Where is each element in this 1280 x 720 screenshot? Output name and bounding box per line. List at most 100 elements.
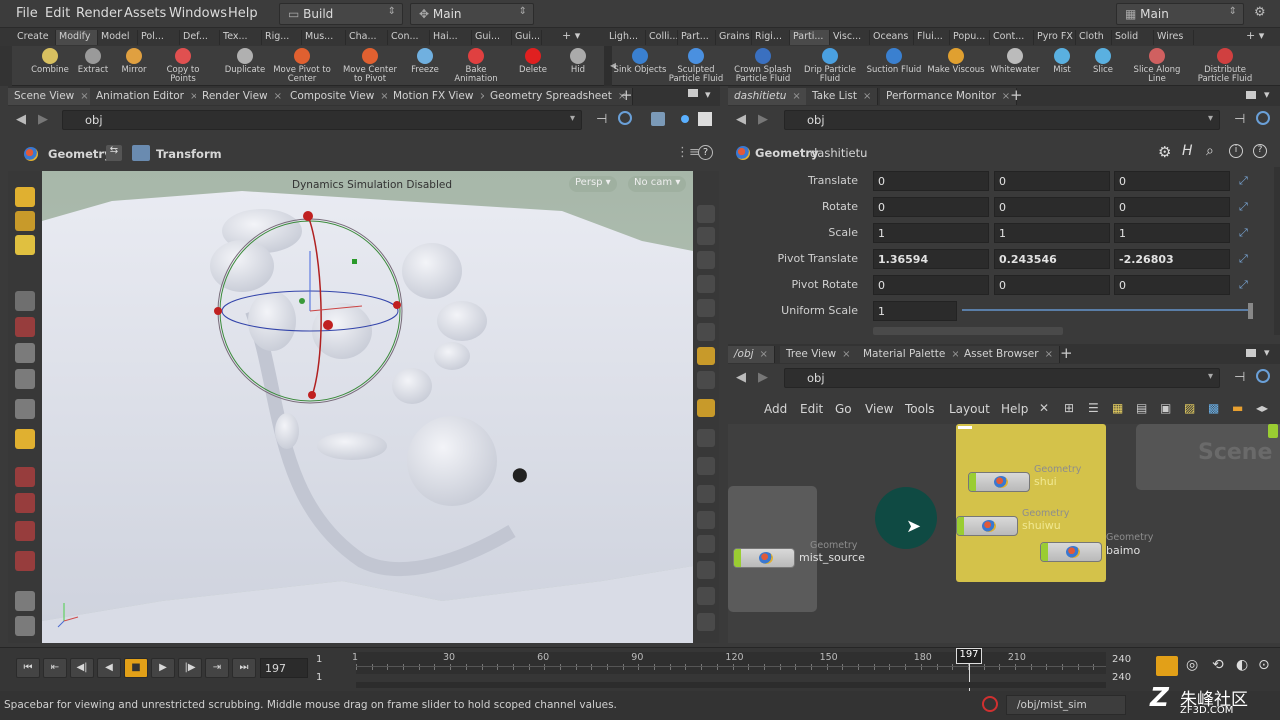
shelf-tab[interactable]: Pol... [138,30,180,45]
tab-tree-view[interactable]: Tree View × [780,346,858,363]
close-icon[interactable]: × [792,91,800,102]
current-frame-field[interactable]: 197 [260,658,308,678]
display-option-icon[interactable] [697,323,715,341]
global-end-field[interactable]: 240 [1112,672,1131,683]
help-h-icon[interactable]: H [1182,143,1193,159]
grid-icon[interactable]: ▦ [1112,401,1123,415]
shelf-tab[interactable]: Def... [180,30,220,45]
menu-edit[interactable]: Edit [45,6,70,21]
chevron-down-icon[interactable]: ▾ [1208,113,1213,124]
gizmo-handle-dot[interactable] [303,211,313,221]
close-icon[interactable]: × [1045,349,1053,360]
viewport-tool-icon[interactable] [15,616,35,636]
display-option-icon[interactable] [697,429,715,447]
range-end-field[interactable]: 240 [1112,654,1131,665]
network-editor[interactable]: Scene Geometry mist_source Geometry shui… [728,424,1280,643]
camera-menu[interactable]: No cam ▾ [628,176,687,192]
settings-gear-icon[interactable]: ⚙ [1254,5,1266,20]
param-value-field[interactable]: -2.26803 [1114,249,1230,269]
play-icon[interactable]: ▶ [151,658,175,678]
param-scrollbar[interactable] [1274,167,1280,335]
display-option-icon[interactable] [697,485,715,503]
desktop-select[interactable]: ▭ Build ⇕ [279,3,403,25]
shelf-add-icon[interactable]: + ▾ [1246,29,1264,42]
node-name-label[interactable]: shui [1034,475,1057,488]
display-option-icon[interactable] [697,561,715,579]
shelf-tool-button[interactable]: Slice [1073,48,1133,84]
network-menu-help[interactable]: Help [1001,402,1028,416]
menu-render[interactable]: Render [76,6,122,21]
tab-material-palette[interactable]: Material Palette × [857,346,967,363]
shelf-tab[interactable]: Create [14,30,56,45]
shelf-tool-button[interactable]: Slice Along Line [1127,48,1187,84]
viewport-tool-icon[interactable] [15,211,35,231]
context-select[interactable]: ✥ Main ⇕ [410,3,534,25]
tab-obj-network[interactable]: /obj × [728,346,775,363]
channel-icon[interactable]: ⤢ [1239,278,1248,292]
close-icon[interactable]: × [1002,91,1010,102]
pin-icon[interactable]: ⊣ [1234,112,1245,127]
network-menu-view[interactable]: View [865,402,893,416]
jump-start-icon[interactable]: ⏮ [16,658,40,678]
slider-thumb[interactable] [1248,303,1253,319]
search-icon[interactable]: ⌕ [1206,143,1214,159]
viewport-tool-icon[interactable] [15,551,35,571]
shelf-tab[interactable]: Ligh... [606,30,646,45]
shelf-tab[interactable]: Part... [678,30,716,45]
shelf-tab[interactable]: Cha... [346,30,388,45]
viewport-tool-icon[interactable] [15,467,35,487]
shelf-tab[interactable]: Popu... [950,30,990,45]
display-option-icon[interactable] [697,227,715,245]
forward-arrow-icon[interactable]: ▶ [758,370,768,385]
shelf-tab[interactable]: Rig... [262,30,302,45]
tab-scene-view[interactable]: Scene View × [8,88,96,105]
cube-icon[interactable] [651,112,665,126]
pin-icon[interactable]: ⊣ [596,112,607,127]
close-icon[interactable]: × [80,91,88,102]
viewport-tool-icon[interactable] [15,399,35,419]
back-arrow-icon[interactable]: ◀ [736,112,746,127]
wrench-icon[interactable]: ✕ [1039,401,1049,415]
network-menu-layout[interactable]: Layout [949,402,990,416]
tab-geometry-spreadsheet[interactable]: Geometry Spreadsheet × [484,88,634,105]
shelf-tab[interactable]: Cont... [990,30,1034,45]
shelf-tool-button[interactable]: Move Pivot to Center [272,48,332,84]
gizmo-handle-dot[interactable] [393,301,401,309]
range-start-field[interactable]: 1 [316,654,322,665]
image-icon[interactable]: ▩ [1208,401,1219,415]
link-icon[interactable] [1256,111,1270,125]
shelf-tool-button[interactable]: Hid [548,48,608,84]
shelf-tab[interactable]: Con... [388,30,430,45]
shelf-tool-button[interactable]: Make Viscous [926,48,986,84]
shelf-tool-button[interactable]: Sink Objects [610,48,670,84]
viewport-tool-icon[interactable] [15,369,35,389]
shelf-tool-button[interactable]: Drip Particle Fluid [800,48,860,84]
list-icon[interactable]: ☰ [1088,401,1099,415]
shelf-tab[interactable]: Parti... [790,30,830,45]
channel-icon[interactable]: ⤢ [1239,200,1248,214]
play-reverse-icon[interactable]: ◀ [97,658,121,678]
node-name-label[interactable]: baimo [1106,544,1140,557]
current-frame-marker[interactable]: 197 [956,648,982,664]
display-option-icon[interactable] [697,299,715,317]
tab-animation-editor[interactable]: Animation Editor × [90,88,206,105]
gizmo-handle-dot[interactable] [308,391,316,399]
shelf-tab[interactable]: Gui... [472,30,512,45]
maximize-pane-icon[interactable] [1246,91,1256,99]
node-name-label[interactable]: shuiwu [1022,519,1061,532]
network-menu-add[interactable]: Add [764,402,787,416]
shelf-tab[interactable]: Mus... [302,30,346,45]
display-option-icon[interactable] [697,457,715,475]
layout-icon[interactable]: ▣ [1160,401,1171,415]
add-tab-plus-icon[interactable]: + [620,86,633,104]
gizmo-center-dot[interactable] [299,298,305,304]
path-field[interactable]: obj ▾ [62,110,582,130]
shelf-tab[interactable]: Oceans [870,30,914,45]
info-icon[interactable]: i [1229,144,1243,158]
table-icon[interactable]: ▤ [1136,401,1147,415]
uniform-scale-field[interactable]: 1 [873,301,957,321]
shelf-tool-button[interactable]: Sculpted Particle Fluid [666,48,726,84]
param-value-field[interactable]: 1.36594 [873,249,989,269]
display-option-icon[interactable] [697,371,715,389]
param-value-field[interactable]: 1 [1114,223,1230,243]
